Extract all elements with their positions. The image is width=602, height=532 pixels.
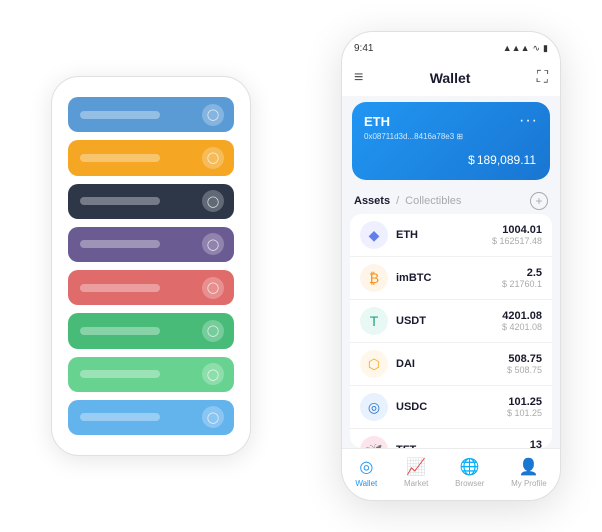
asset-name-usdt: USDT [396, 315, 502, 327]
card-label [80, 240, 160, 248]
card-item-card-blue: ◯ [68, 97, 234, 132]
card-label [80, 370, 160, 378]
asset-amounts-usdt: 4201.08$ 4201.08 [502, 310, 542, 332]
card-item-card-green: ◯ [68, 313, 234, 348]
asset-icon-usdc: ◎ [360, 393, 388, 421]
card-item-card-orange: ◯ [68, 140, 234, 175]
nav-icon-market: 📈 [406, 457, 426, 477]
asset-usd: $ 508.75 [507, 365, 542, 375]
header-title: Wallet [430, 70, 471, 86]
scene: ◯ ◯ ◯ ◯ ◯ ◯ ◯ ◯ 9:41 ▲▲▲ ∿ ▮ ≡ Wallet ⛶ ETH ···… [21, 16, 581, 516]
asset-usd: $ 4201.08 [502, 322, 542, 332]
asset-name-dai: DAI [396, 358, 507, 370]
card-label [80, 111, 160, 119]
expand-icon[interactable]: ⛶ [537, 69, 548, 87]
nav-icon-profile: 👤 [519, 457, 539, 477]
status-time: 9:41 [354, 43, 373, 54]
nav-icon-wallet: ◎ [359, 457, 373, 477]
asset-qty: 13 [530, 439, 542, 448]
nav-label-profile: My Profile [511, 479, 547, 488]
asset-usd: $ 162517.48 [492, 236, 542, 246]
card-label [80, 413, 160, 421]
card-icon: ◯ [202, 190, 224, 212]
asset-row-dai[interactable]: ⬡ DAI508.75$ 508.75 [350, 343, 552, 386]
asset-usd: $ 101.25 [507, 408, 542, 418]
nav-item-wallet[interactable]: ◎ Wallet [355, 457, 377, 488]
wallet-card: ETH ··· 0x08711d3d...8416a78e3 ⊞ $189,08… [352, 102, 550, 180]
nav-item-profile[interactable]: 👤 My Profile [511, 457, 547, 488]
tab-slash: / [396, 195, 399, 207]
card-label [80, 154, 160, 162]
asset-qty: 4201.08 [502, 310, 542, 322]
wifi-icon: ∿ [533, 43, 541, 54]
card-item-card-red: ◯ [68, 270, 234, 305]
card-icon: ◯ [202, 104, 224, 126]
card-icon: ◯ [202, 233, 224, 255]
status-bar: 9:41 ▲▲▲ ∿ ▮ [342, 32, 560, 60]
nav-icon-browser: 🌐 [460, 457, 480, 477]
asset-name-eth: ETH [396, 229, 492, 241]
asset-icon-eth: ◆ [360, 221, 388, 249]
card-label [80, 197, 160, 205]
asset-amounts-tft: 130 [530, 439, 542, 448]
asset-amounts-eth: 1004.01$ 162517.48 [492, 224, 542, 246]
wallet-value: 189,089.11 [477, 153, 536, 167]
asset-name-imbtc: imBTC [396, 272, 502, 284]
card-item-card-dark: ◯ [68, 184, 234, 219]
asset-icon-imbtc: ₿ [360, 264, 388, 292]
nav-item-market[interactable]: 📈 Market [404, 457, 428, 488]
nav-label-market: Market [404, 479, 428, 488]
card-item-card-lightgreen: ◯ [68, 357, 234, 392]
assets-list: ◆ ETH1004.01$ 162517.48 ₿ imBTC2.5$ 21760.1… [350, 214, 552, 448]
card-icon: ◯ [202, 277, 224, 299]
assets-header: Assets / Collectibles + [342, 186, 560, 214]
back-phone: ◯ ◯ ◯ ◯ ◯ ◯ ◯ ◯ [51, 76, 251, 456]
front-phone: 9:41 ▲▲▲ ∿ ▮ ≡ Wallet ⛶ ETH ··· 0x08711d… [341, 31, 561, 501]
wallet-menu-dots[interactable]: ··· [519, 112, 538, 130]
asset-icon-tft: 🦋 [360, 436, 388, 448]
card-item-card-purple: ◯ [68, 227, 234, 262]
battery-icon: ▮ [543, 43, 548, 54]
asset-usd: $ 21760.1 [502, 279, 542, 289]
tab-collectibles[interactable]: Collectibles [405, 195, 461, 207]
wallet-amount: $189,089.11 [364, 147, 538, 170]
asset-name-usdc: USDC [396, 401, 507, 413]
asset-qty: 101.25 [507, 396, 542, 408]
card-label [80, 284, 160, 292]
asset-row-imbtc[interactable]: ₿ imBTC2.5$ 21760.1 [350, 257, 552, 300]
phone-header: ≡ Wallet ⛶ [342, 60, 560, 96]
asset-amounts-imbtc: 2.5$ 21760.1 [502, 267, 542, 289]
card-icon: ◯ [202, 147, 224, 169]
wallet-coin-label: ETH [364, 114, 390, 129]
card-icon: ◯ [202, 320, 224, 342]
asset-row-eth[interactable]: ◆ ETH1004.01$ 162517.48 [350, 214, 552, 257]
card-icon: ◯ [202, 363, 224, 385]
assets-tabs: Assets / Collectibles [354, 195, 461, 207]
status-icons: ▲▲▲ ∿ ▮ [503, 43, 548, 54]
asset-icon-dai: ⬡ [360, 350, 388, 378]
add-asset-button[interactable]: + [530, 192, 548, 210]
asset-row-tft[interactable]: 🦋TFT130 [350, 429, 552, 448]
bottom-nav: ◎ Wallet 📈 Market 🌐 Browser 👤 My Profile [342, 448, 560, 500]
card-icon: ◯ [202, 406, 224, 428]
asset-icon-usdt: T [360, 307, 388, 335]
wallet-address: 0x08711d3d...8416a78e3 ⊞ [364, 132, 538, 141]
card-label [80, 327, 160, 335]
asset-qty: 1004.01 [492, 224, 542, 236]
asset-row-usdc[interactable]: ◎ USDC101.25$ 101.25 [350, 386, 552, 429]
tab-assets[interactable]: Assets [354, 195, 390, 207]
asset-row-usdt[interactable]: T USDT4201.08$ 4201.08 [350, 300, 552, 343]
card-item-card-lightblue: ◯ [68, 400, 234, 435]
asset-amounts-dai: 508.75$ 508.75 [507, 353, 542, 375]
asset-qty: 508.75 [507, 353, 542, 365]
menu-icon[interactable]: ≡ [354, 69, 363, 87]
wallet-card-top: ETH ··· [364, 112, 538, 130]
nav-label-browser: Browser [455, 479, 484, 488]
asset-qty: 2.5 [502, 267, 542, 279]
currency-symbol: $ [468, 153, 475, 167]
signal-icon: ▲▲▲ [503, 43, 530, 53]
asset-amounts-usdc: 101.25$ 101.25 [507, 396, 542, 418]
nav-label-wallet: Wallet [355, 479, 377, 488]
nav-item-browser[interactable]: 🌐 Browser [455, 457, 484, 488]
